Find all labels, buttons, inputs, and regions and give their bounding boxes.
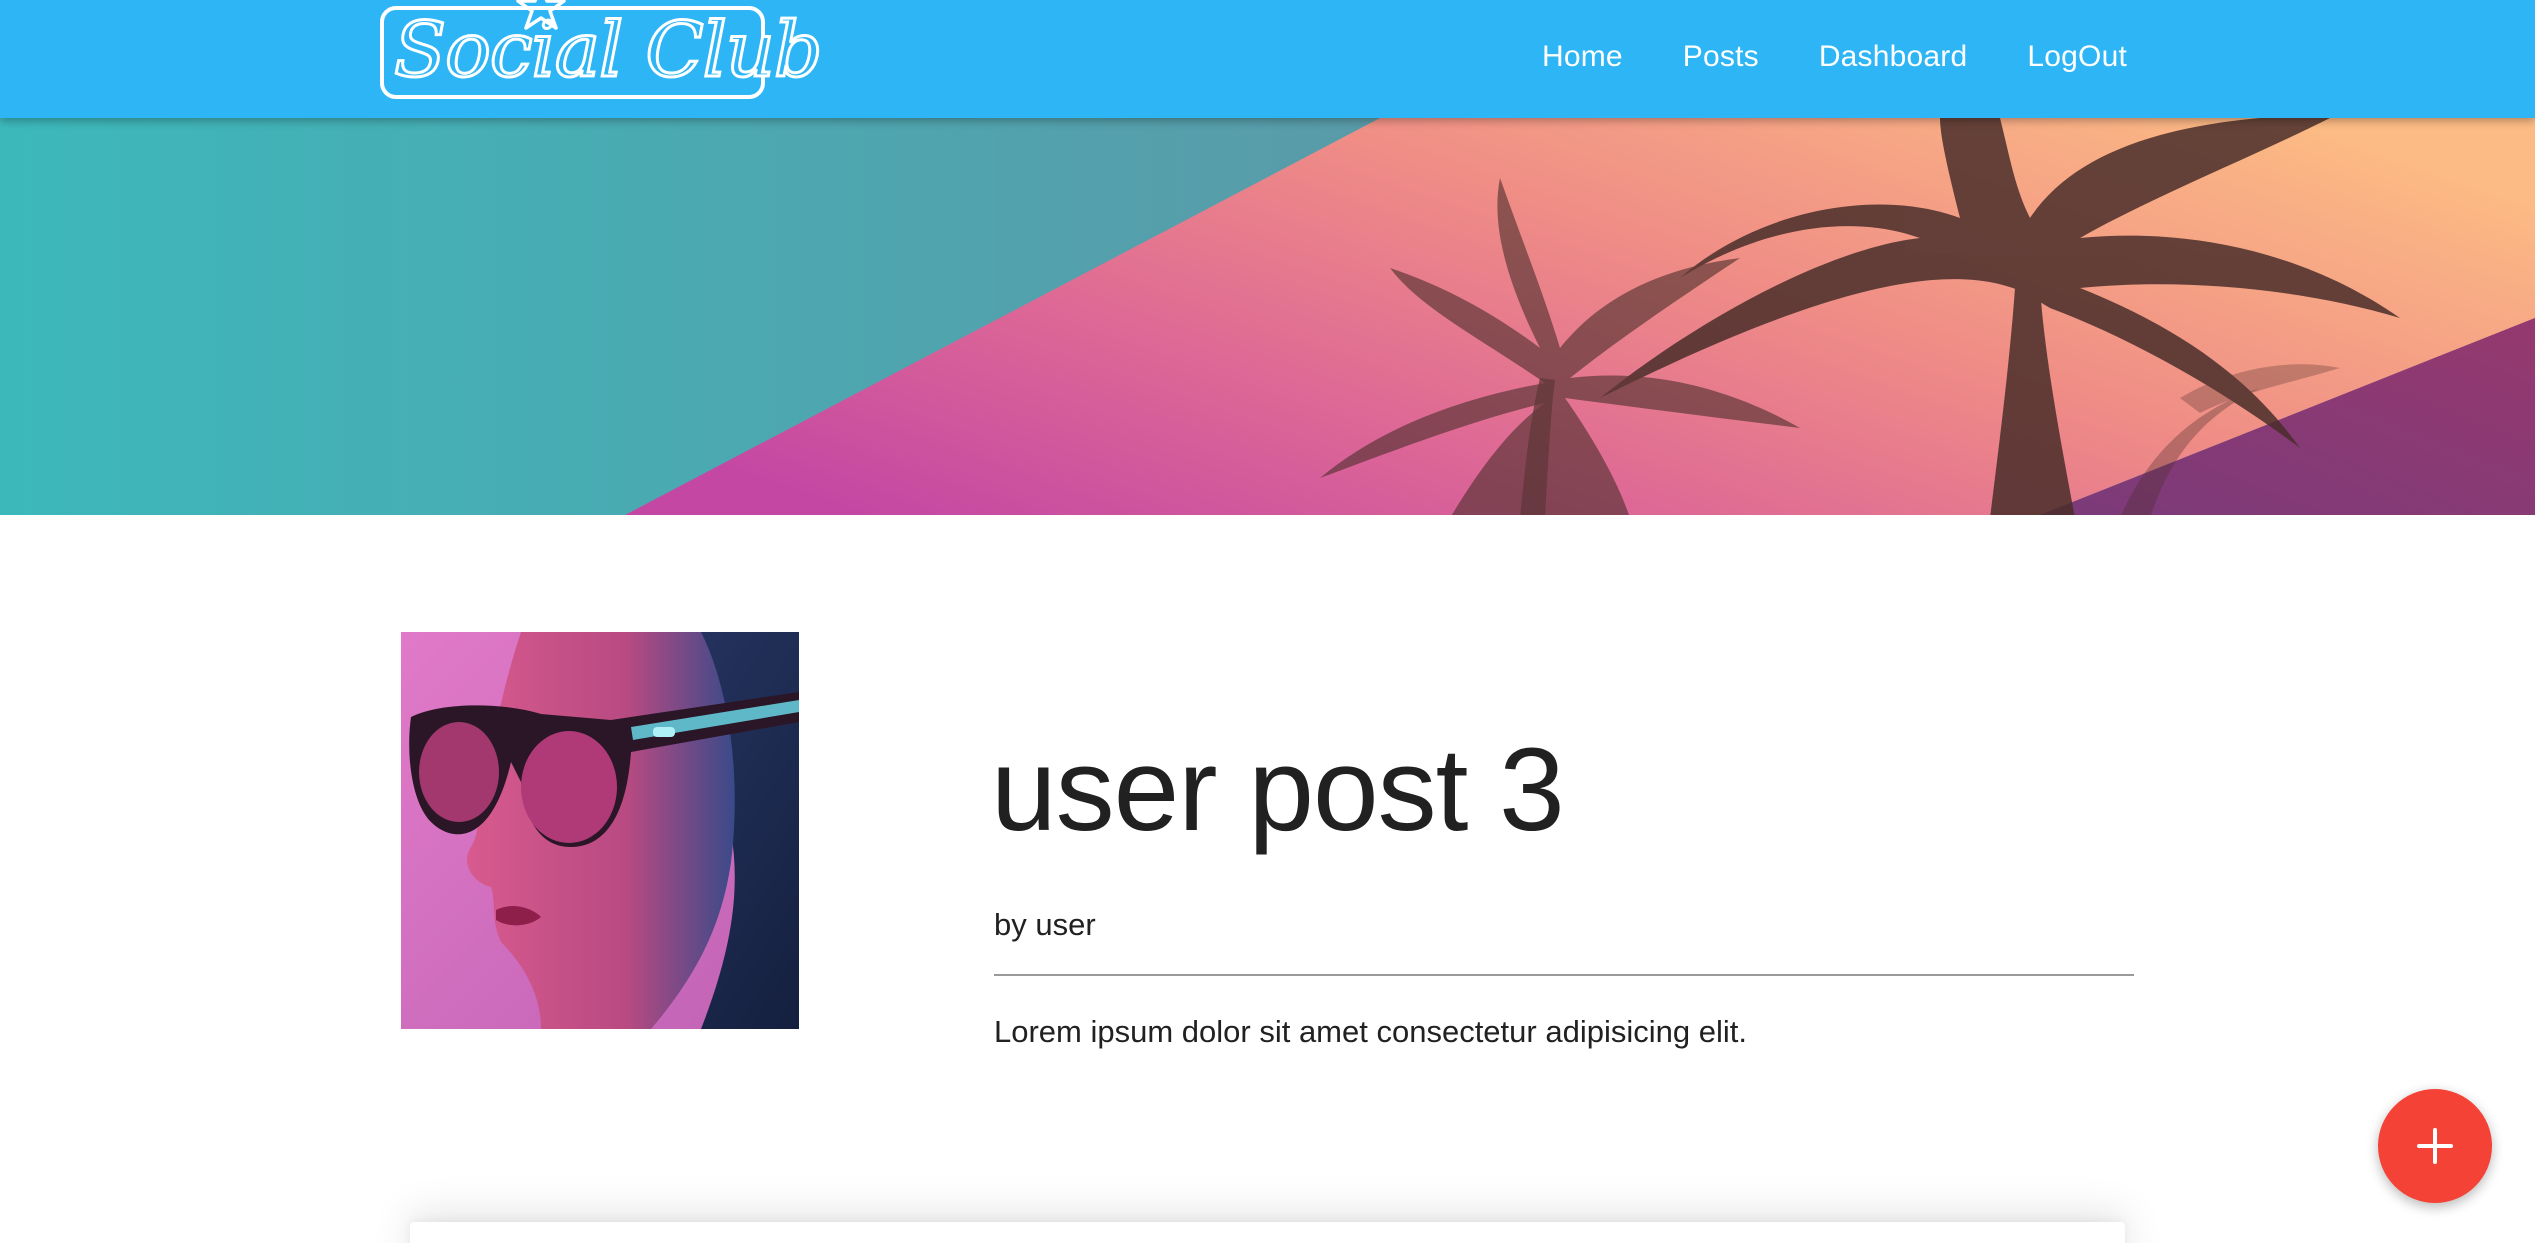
nav-posts-link[interactable]: Posts xyxy=(1683,40,1759,74)
plus-icon xyxy=(2417,1128,2453,1164)
hero-background-image xyxy=(0,118,2535,515)
post-divider xyxy=(994,974,2134,976)
top-navbar: Social Club Home Posts Dashboard LogOut xyxy=(0,0,2535,118)
next-post-card xyxy=(410,1222,2125,1243)
page: Social Club Home Posts Dashboard LogOut xyxy=(0,0,2535,1243)
post-title: user post 3 xyxy=(991,724,1565,856)
logo-text: Social Club xyxy=(393,4,825,95)
post-image xyxy=(401,632,799,1029)
nav-home-link[interactable]: Home xyxy=(1542,40,1623,74)
portrait-photo xyxy=(401,632,799,1029)
post-body: Lorem ipsum dolor sit amet consectetur a… xyxy=(994,1014,1747,1049)
nav-dashboard-link[interactable]: Dashboard xyxy=(1819,40,1968,74)
nav-logout-link[interactable]: LogOut xyxy=(2027,40,2127,74)
main-nav: Home Posts Dashboard LogOut xyxy=(1542,0,2127,114)
add-post-button[interactable] xyxy=(2378,1089,2492,1203)
social-club-logo[interactable]: Social Club xyxy=(380,0,824,102)
hero-banner xyxy=(0,118,2535,515)
post-author: by user xyxy=(994,907,1096,942)
star-icon xyxy=(516,0,566,30)
